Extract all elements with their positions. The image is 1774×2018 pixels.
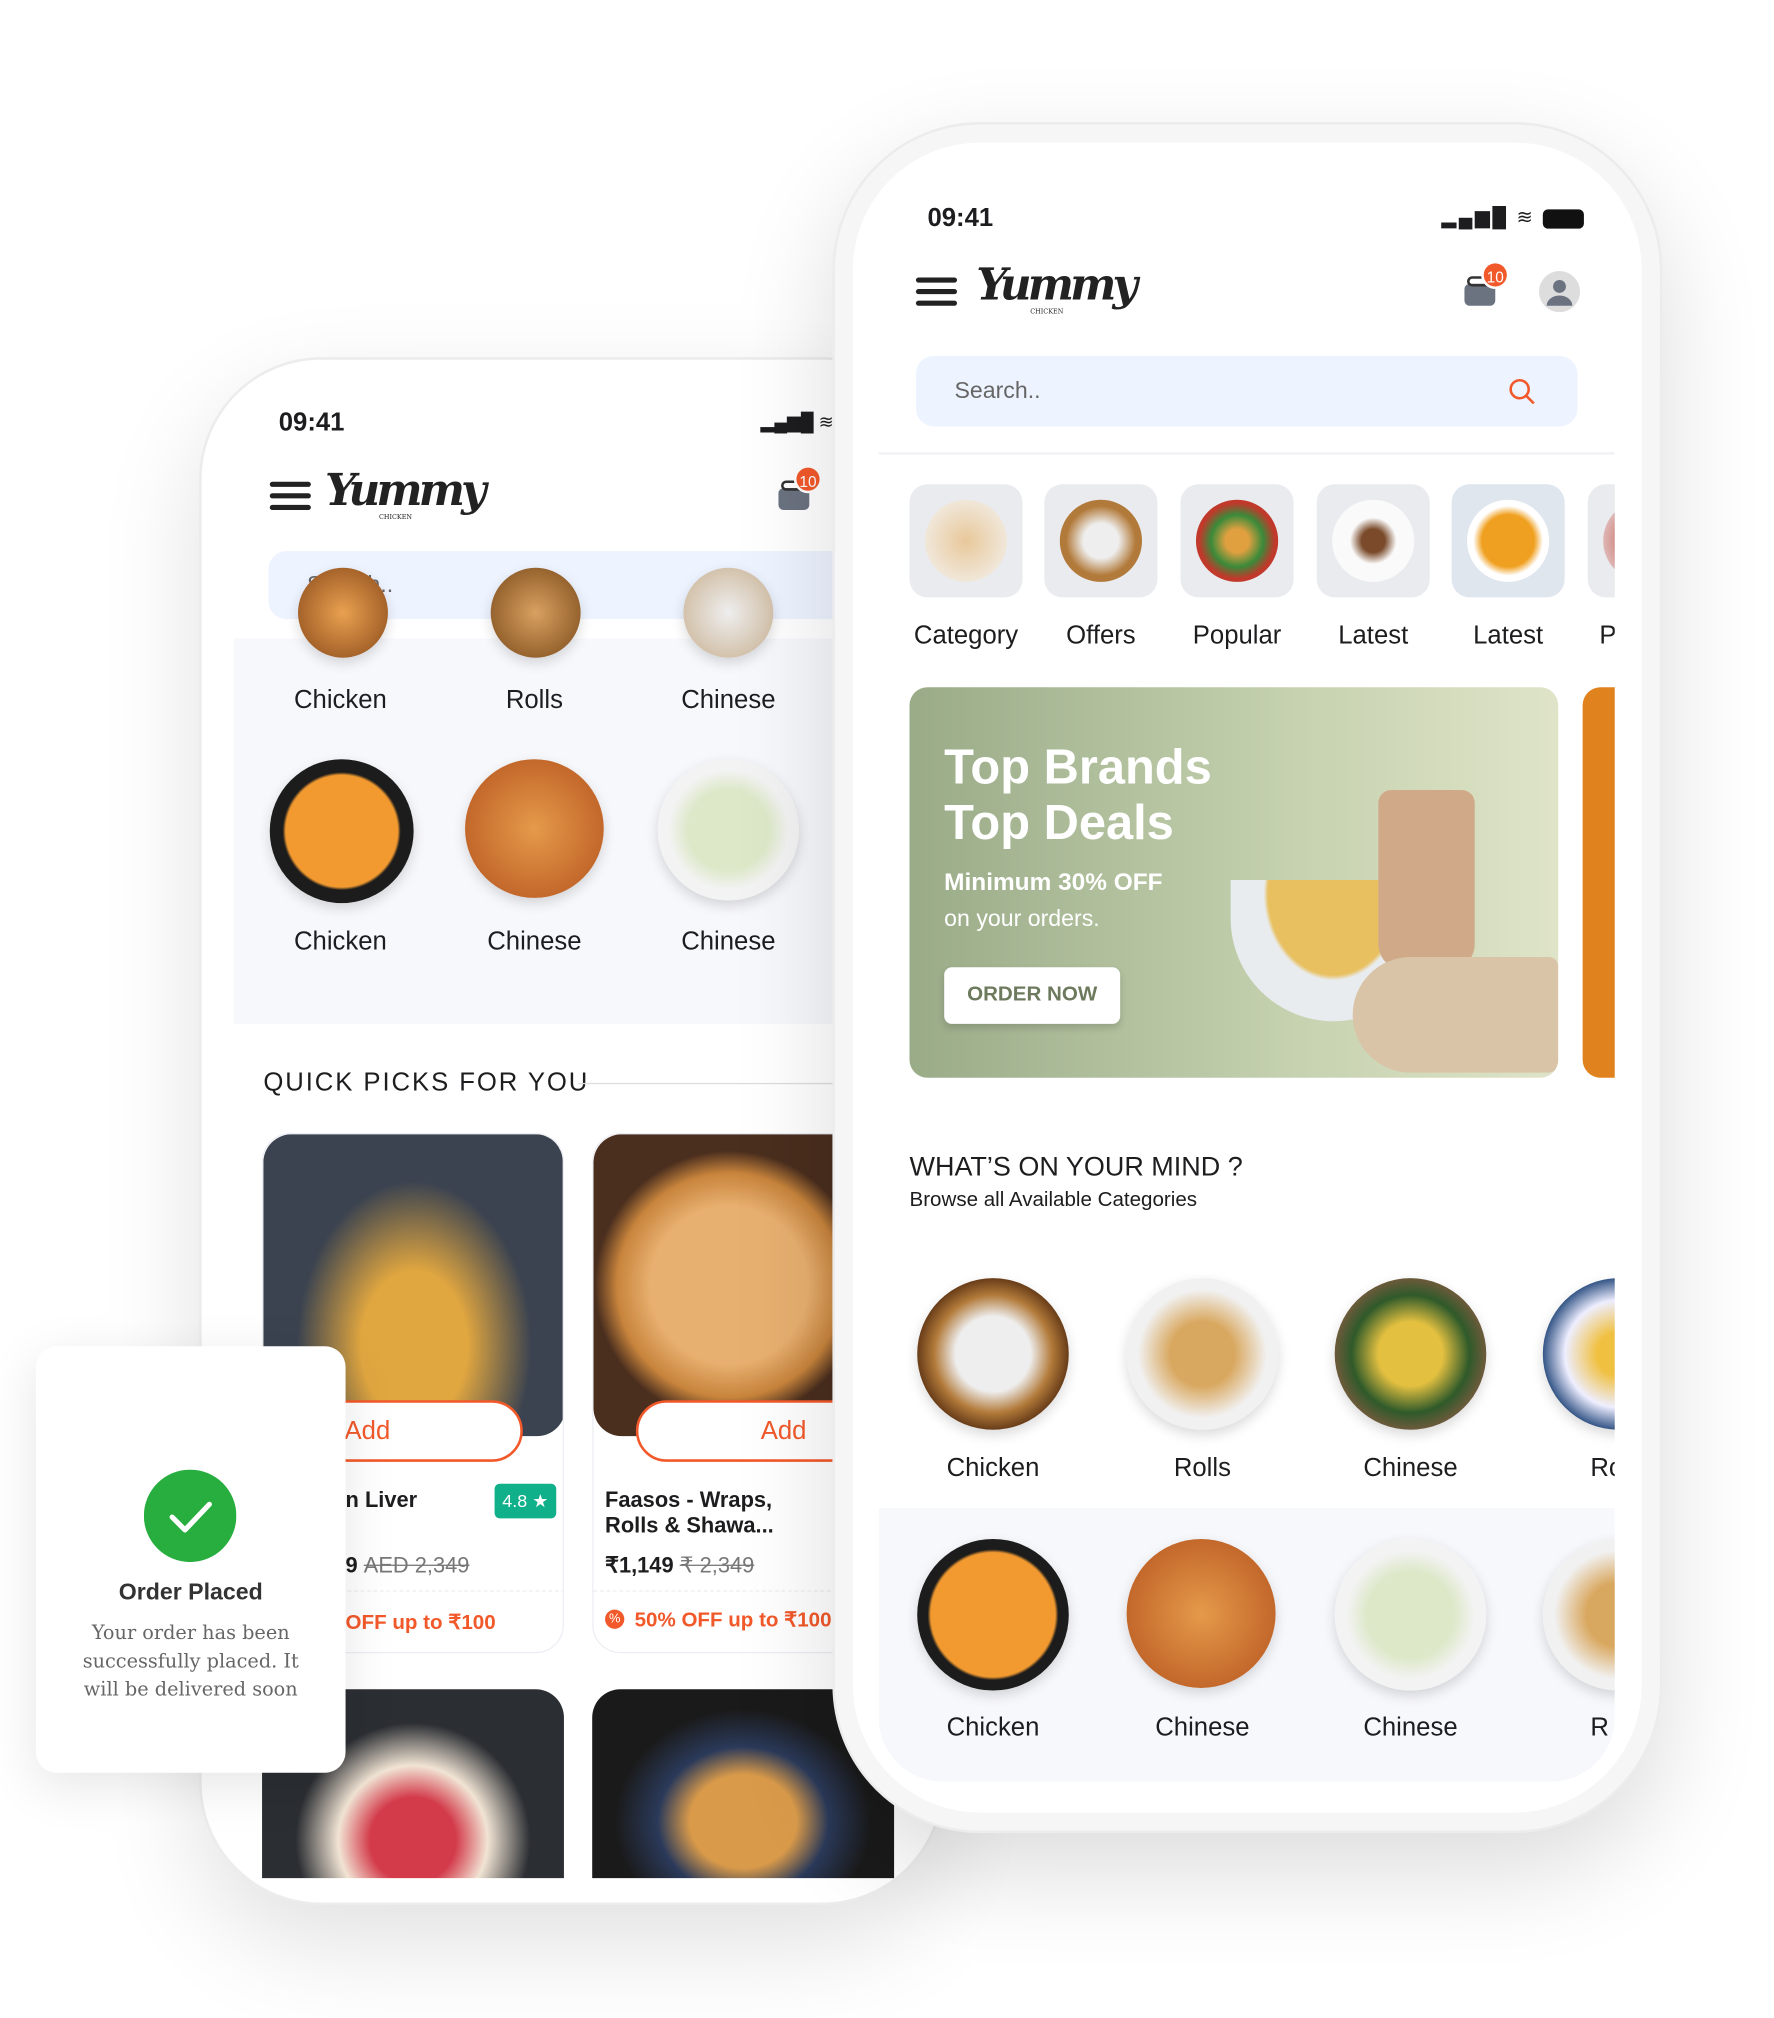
- food-title: Faasos - Wraps, Rolls & Shawa...: [605, 1487, 774, 1538]
- signal-wifi-icons: ▂▄▆█ ≋: [760, 411, 834, 432]
- category-label[interactable]: R: [1590, 1714, 1609, 1744]
- category-image[interactable]: [1126, 1538, 1276, 1688]
- top-category-image[interactable]: [1180, 484, 1294, 598]
- price: 9 AED 2,349: [345, 1553, 470, 1578]
- food-title: n Liver: [345, 1487, 418, 1512]
- price: ₹1,149 ₹ 2,349: [605, 1553, 755, 1578]
- avatar-icon[interactable]: [1538, 271, 1581, 313]
- divider: [578, 1082, 835, 1085]
- category-image[interactable]: [298, 567, 388, 658]
- category-label[interactable]: Chinese: [1314, 1454, 1507, 1484]
- order-placed-toast: Order Placed Your order has been success…: [35, 1346, 346, 1773]
- top-category-image[interactable]: [1044, 484, 1158, 598]
- category-label[interactable]: Chinese: [1106, 1714, 1299, 1744]
- order-now-button[interactable]: ORDER NOW: [944, 967, 1121, 1024]
- top-category-label[interactable]: P: [1599, 622, 1614, 652]
- cart-button[interactable]: 10: [775, 465, 823, 520]
- offer-text: 50% OFF up to ₹100: [634, 1609, 832, 1632]
- category-image[interactable]: [1334, 1538, 1487, 1691]
- category-label[interactable]: Rolls: [1106, 1454, 1299, 1484]
- category-image[interactable]: [683, 567, 774, 658]
- top-category-image[interactable]: [1587, 484, 1615, 598]
- search-input[interactable]: Search..: [915, 355, 1578, 427]
- category-label[interactable]: Chinese: [632, 927, 825, 957]
- category-label[interactable]: Chinese: [438, 927, 631, 957]
- category-image[interactable]: [917, 1538, 1069, 1691]
- category-grid: Chicken Rolls Chinese Chicken Chinese Ch…: [233, 567, 915, 1024]
- category-image[interactable]: [917, 1278, 1069, 1430]
- category-label[interactable]: Chicken: [897, 1454, 1090, 1484]
- check-icon: [143, 1469, 237, 1563]
- cart-badge: 10: [1481, 260, 1510, 290]
- divider: [878, 452, 1615, 455]
- section-title: QUICK PICKS FOR YOU: [263, 1068, 590, 1098]
- category-label[interactable]: Chinese: [1314, 1714, 1507, 1744]
- offer-text: OFF up to ₹100: [345, 1612, 496, 1635]
- top-category-label[interactable]: Latest: [1412, 622, 1605, 652]
- category-image[interactable]: [1126, 1278, 1279, 1430]
- cart-badge: 10: [793, 465, 823, 494]
- menu-icon[interactable]: [915, 271, 958, 312]
- scroll-content[interactable]: Category Offers Popular Latest Latest P …: [878, 439, 1615, 1782]
- section-title: WHAT’S ON YOUR MIND ?: [909, 1152, 1243, 1182]
- promo-banner[interactable]: Top Brands Top Deals Minimum 30% OFF on y…: [909, 687, 1559, 1078]
- search-icon[interactable]: [1508, 378, 1536, 406]
- category-image[interactable]: [490, 567, 581, 658]
- top-category-image[interactable]: [909, 484, 1023, 598]
- cart-button[interactable]: 10: [1461, 260, 1510, 316]
- category-image[interactable]: [1334, 1278, 1487, 1430]
- banner-subtitle: on your orders.: [944, 905, 1100, 932]
- rating-badge: 4.8 ★: [494, 1483, 557, 1519]
- category-image[interactable]: [465, 759, 604, 898]
- front-phone: 09:41 ▂▄▆█ ≋ Yummy CHICKEN 10 Search.. Ca…: [832, 122, 1663, 1834]
- section-subtitle: Browse all Available Categories: [909, 1189, 1198, 1212]
- next-banner[interactable]: [1582, 687, 1615, 1078]
- category-image[interactable]: [269, 759, 414, 904]
- category-image[interactable]: [657, 759, 800, 901]
- signal-wifi-battery-icons: ▂▄▆█ ≋: [1441, 206, 1585, 229]
- status-time: 09:41: [927, 204, 994, 233]
- logo: Yummy CHICKEN: [976, 259, 1138, 317]
- category-label[interactable]: Chicken: [244, 686, 437, 716]
- top-category-image[interactable]: [1316, 484, 1430, 598]
- toast-message: Your order has been successfully placed.…: [82, 1621, 299, 1701]
- category-image[interactable]: [1542, 1278, 1615, 1430]
- category-label[interactable]: Chicken: [897, 1714, 1090, 1744]
- category-label[interactable]: Chinese: [632, 686, 825, 716]
- banner-drink-image: [1378, 790, 1475, 970]
- category-label[interactable]: Rolls: [438, 686, 631, 716]
- top-category-image[interactable]: [1451, 484, 1565, 598]
- category-label[interactable]: Rc: [1590, 1454, 1614, 1484]
- menu-icon[interactable]: [269, 475, 311, 516]
- banner-wrap-image: [1352, 957, 1559, 1073]
- logo: Yummy CHICKEN: [325, 465, 487, 522]
- category-label[interactable]: Chicken: [244, 927, 437, 957]
- discount-icon: %: [605, 1609, 625, 1629]
- status-time: 09:41: [278, 408, 345, 437]
- banner-title: Top Brands Top Deals: [944, 741, 1212, 851]
- banner-subtitle-bold: Minimum 30% OFF: [944, 869, 1163, 897]
- toast-title: Order Placed: [118, 1578, 263, 1605]
